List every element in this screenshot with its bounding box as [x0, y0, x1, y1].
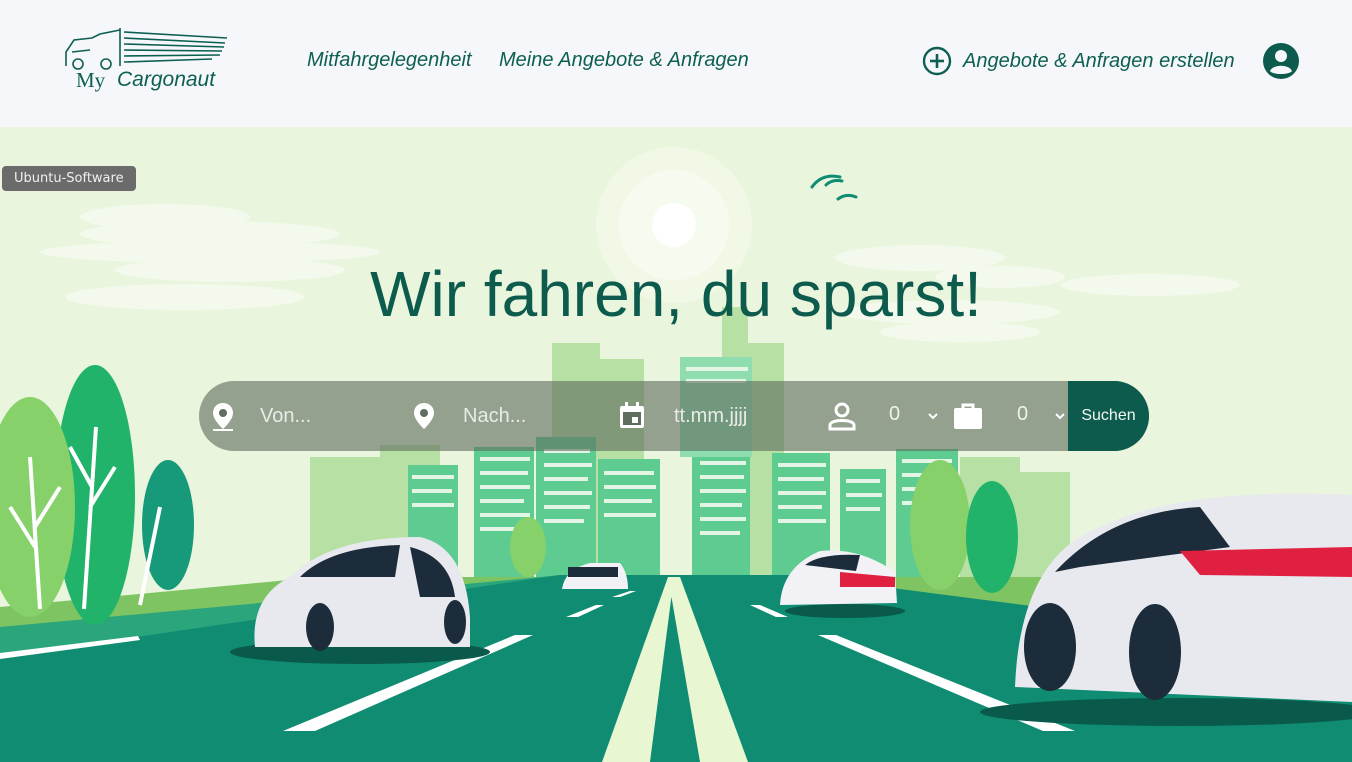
create-offer-label: Angebote & Anfragen erstellen	[963, 49, 1235, 72]
plus-circle-icon	[922, 46, 952, 76]
from-input[interactable]	[260, 401, 400, 431]
header: My Cargonaut Mitfahrgelegenheit Meine An…	[0, 0, 1352, 127]
person-icon	[828, 402, 856, 431]
chevron-down-icon	[1055, 413, 1065, 420]
location-pin-icon	[414, 403, 434, 429]
nav-my-offers-link[interactable]: Meine Angebote & Anfragen	[499, 49, 749, 72]
location-pin-icon	[213, 403, 233, 431]
luggage-value: 0	[1017, 403, 1029, 425]
account-circle-icon[interactable]	[1262, 42, 1300, 80]
briefcase-icon	[954, 403, 982, 429]
hero-headline: Wir fahren, du sparst!	[370, 258, 982, 330]
truck-logo-icon	[65, 28, 228, 70]
nav-rideshare-link[interactable]: Mitfahrgelegenheit	[307, 49, 472, 72]
calendar-icon	[620, 402, 644, 428]
ubuntu-software-badge: Ubuntu-Software	[2, 166, 136, 191]
chevron-down-icon	[928, 413, 938, 420]
logo-prefix: My	[76, 68, 106, 92]
date-input[interactable]	[674, 401, 804, 431]
search-bar: 0 0 Suchen	[199, 381, 1149, 451]
logo[interactable]: My Cargonaut	[62, 26, 232, 96]
logo-name: Cargonaut	[117, 68, 216, 91]
to-input[interactable]	[463, 401, 603, 431]
passengers-value: 0	[889, 403, 901, 425]
create-offer-link[interactable]: Angebote & Anfragen erstellen	[922, 46, 1235, 76]
search-button[interactable]: Suchen	[1068, 381, 1149, 451]
